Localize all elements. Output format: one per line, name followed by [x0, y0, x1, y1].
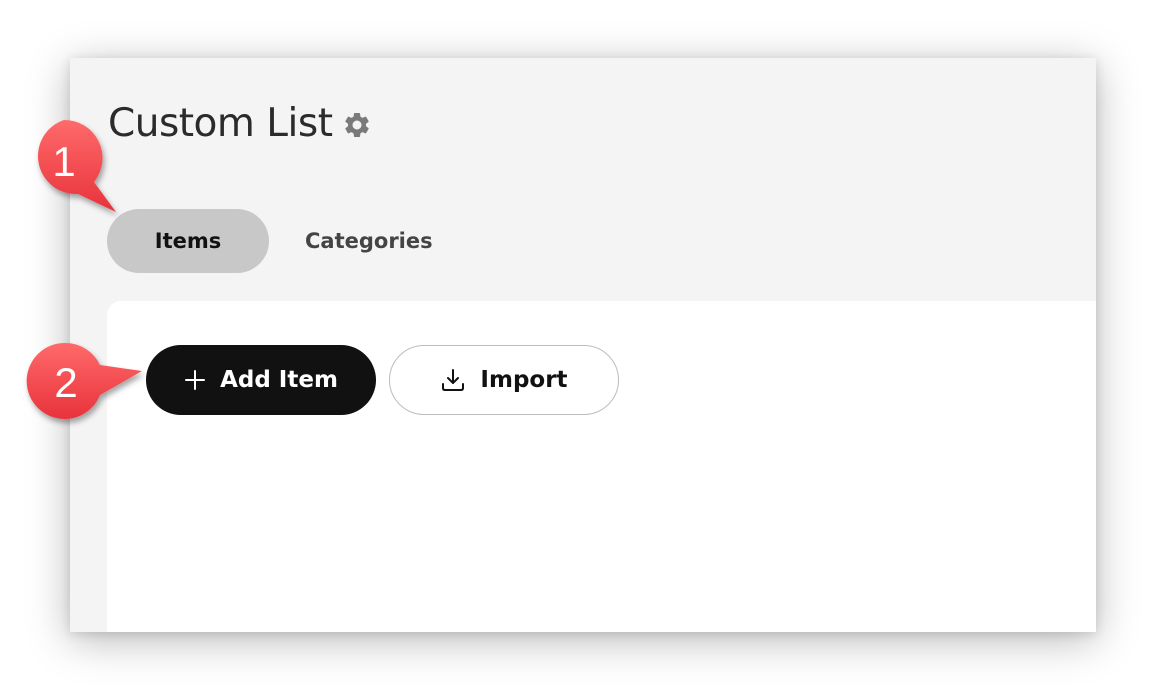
callout-1-number: 1 — [52, 138, 75, 185]
download-icon — [440, 367, 466, 393]
page-title: Custom List — [108, 100, 333, 146]
gear-icon[interactable] — [342, 110, 372, 140]
content-panel: Add Item Import — [107, 301, 1096, 632]
callout-1: 1 — [38, 119, 116, 212]
plus-icon — [184, 369, 206, 391]
tab-bar: Items Categories — [107, 209, 469, 273]
tab-items[interactable]: Items — [107, 209, 269, 273]
title-row: Custom List — [108, 98, 372, 148]
add-item-button[interactable]: Add Item — [146, 345, 376, 415]
callout-2-number: 2 — [54, 359, 77, 406]
callout-2: 2 — [26, 342, 142, 419]
app-window: Custom List Items Categories Add Item Im… — [70, 58, 1096, 632]
add-item-label: Add Item — [220, 367, 338, 393]
tab-categories[interactable]: Categories — [269, 209, 469, 273]
import-button[interactable]: Import — [389, 345, 619, 415]
import-label: Import — [480, 367, 568, 393]
